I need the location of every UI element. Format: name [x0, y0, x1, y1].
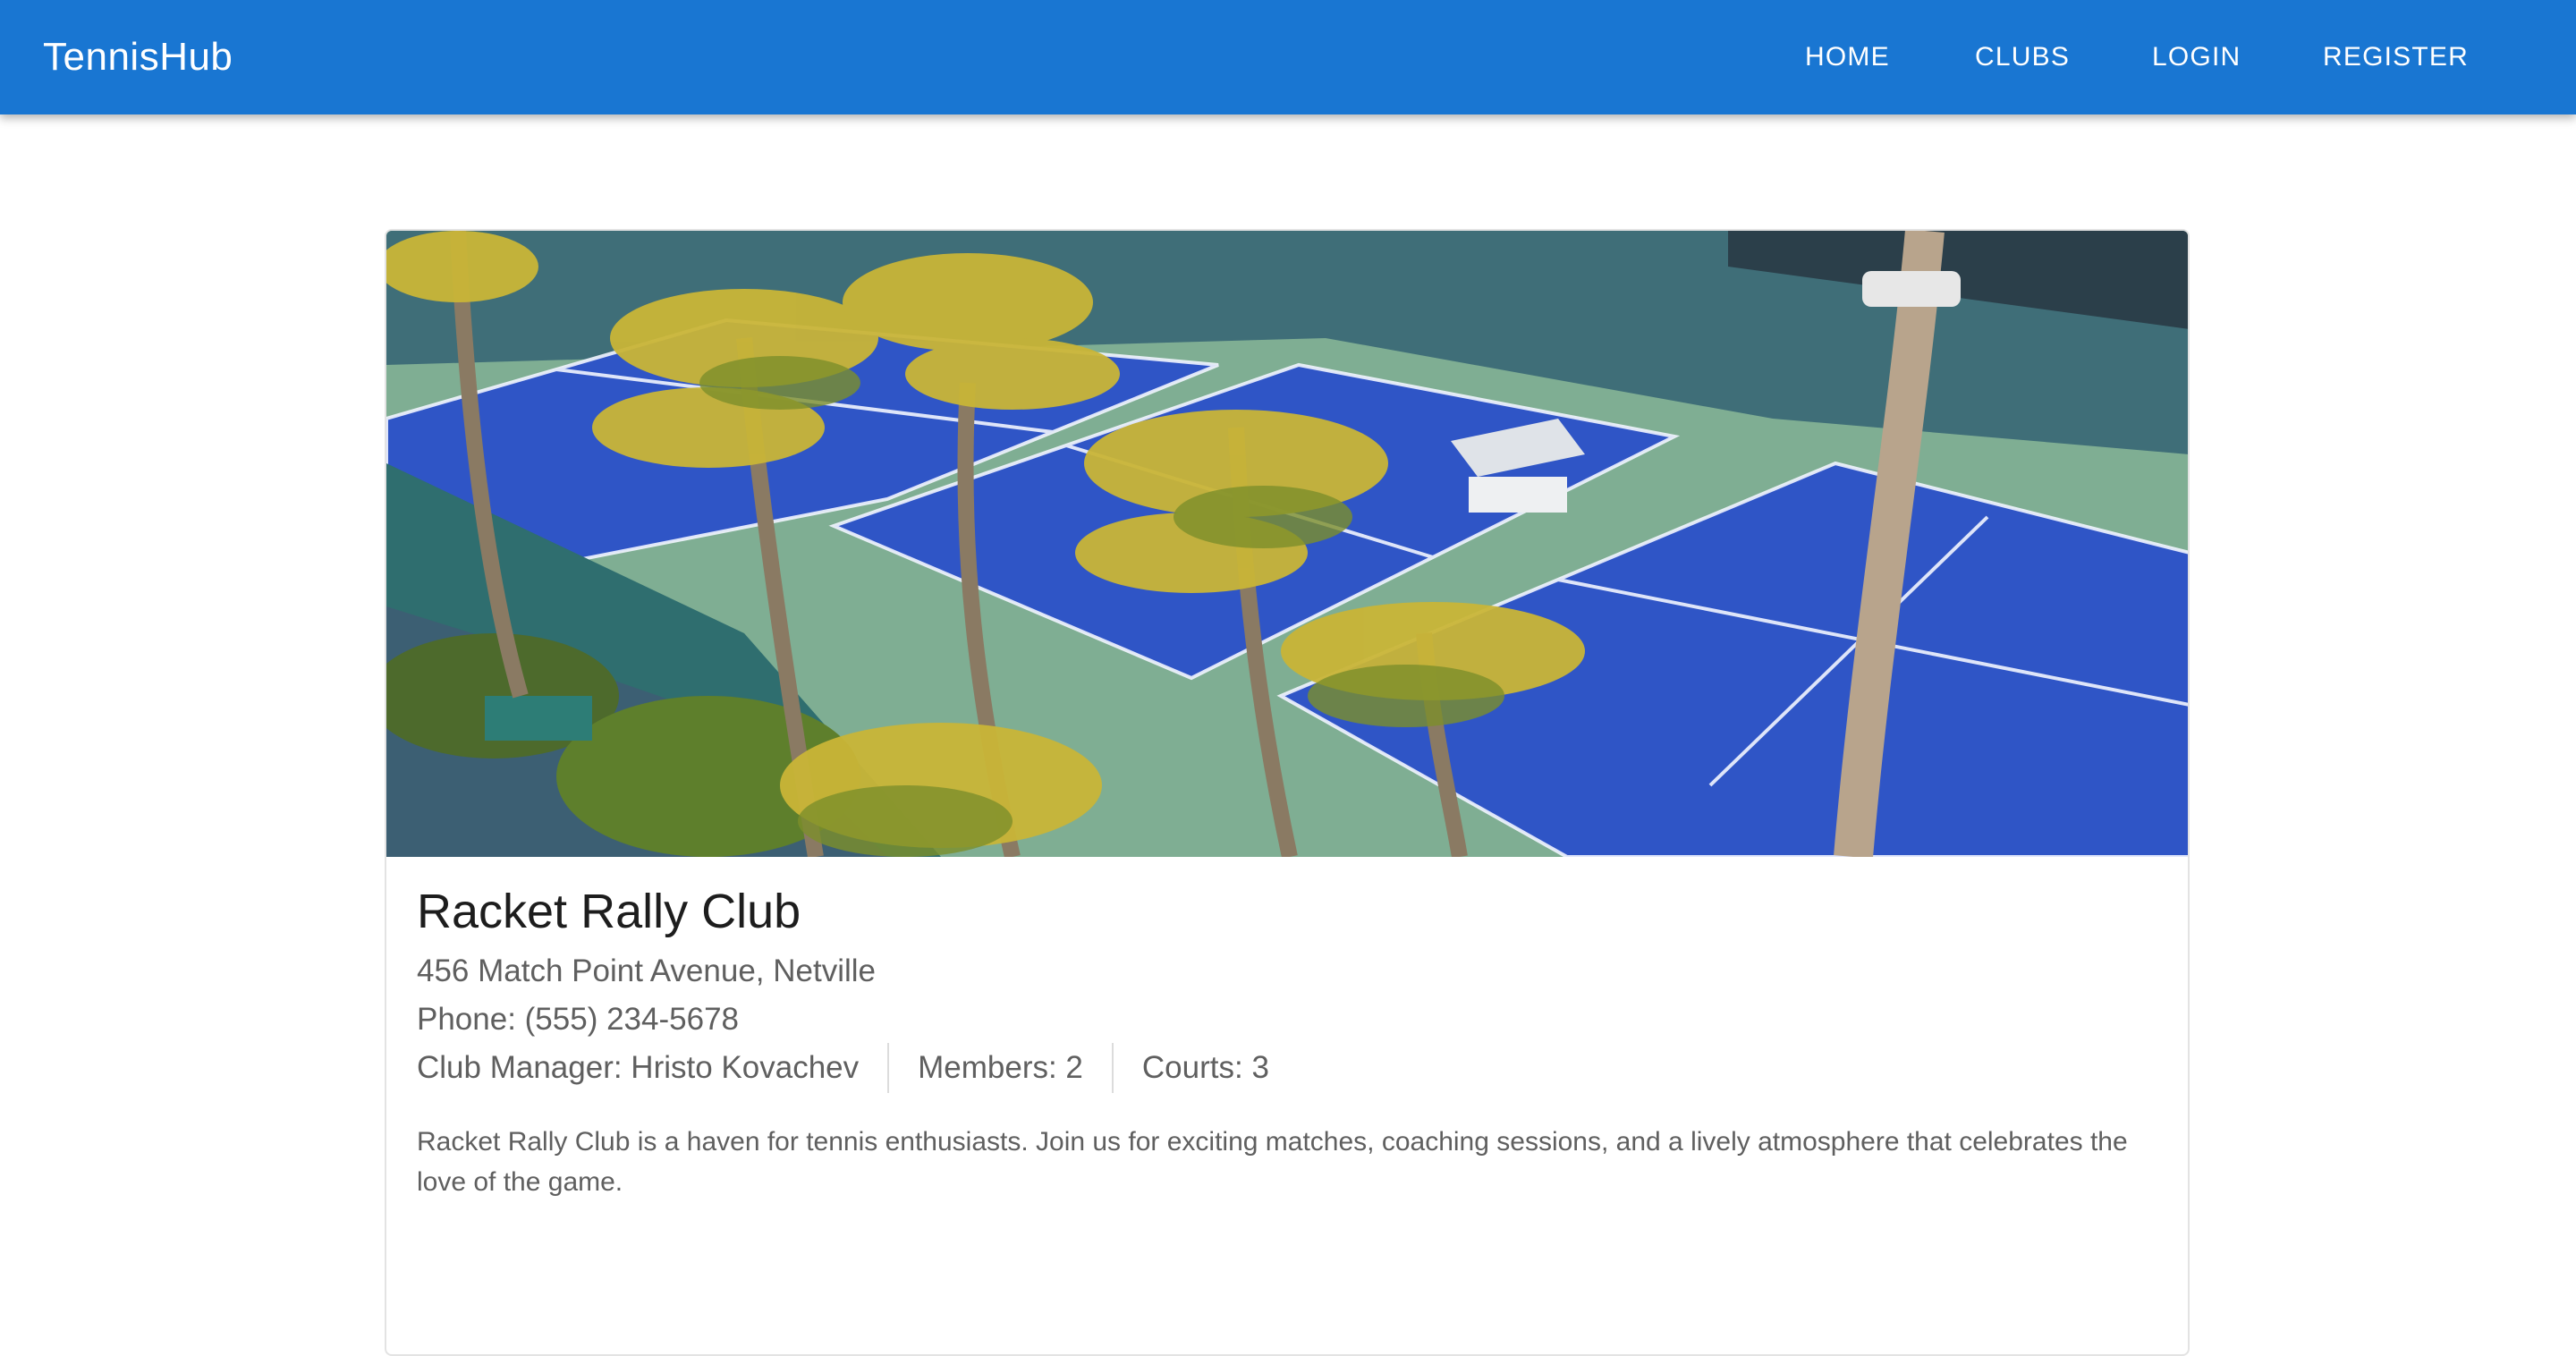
- nav-home[interactable]: HOME: [1805, 0, 1890, 114]
- club-address: 456 Match Point Avenue, Netville: [417, 953, 877, 988]
- meta-divider: [1111, 1043, 1114, 1093]
- brand-logo[interactable]: TennisHub: [43, 0, 233, 114]
- club-meta-row: Club Manager: Hristo Kovachev Members: 2…: [417, 1043, 1269, 1093]
- club-card: Racket Rally Club 456 Match Point Avenue…: [385, 229, 2190, 1356]
- club-hero-image: [386, 231, 2188, 857]
- app-bar: TennisHub HOME CLUBS LOGIN REGISTER: [0, 0, 2576, 114]
- club-phone: Phone: (555) 234-5678: [417, 1002, 739, 1037]
- nav-clubs[interactable]: CLUBS: [1975, 0, 2070, 114]
- club-courts: Courts: 3: [1141, 1050, 1269, 1085]
- club-members: Members: 2: [918, 1050, 1083, 1085]
- club-manager: Club Manager: Hristo Kovachev: [417, 1050, 860, 1085]
- meta-divider: [887, 1043, 890, 1093]
- nav-login[interactable]: LOGIN: [2152, 0, 2241, 114]
- club-description: Racket Rally Club is a haven for tennis …: [417, 1127, 2128, 1197]
- club-name: Racket Rally Club: [417, 885, 801, 938]
- nav-register[interactable]: REGISTER: [2323, 0, 2469, 114]
